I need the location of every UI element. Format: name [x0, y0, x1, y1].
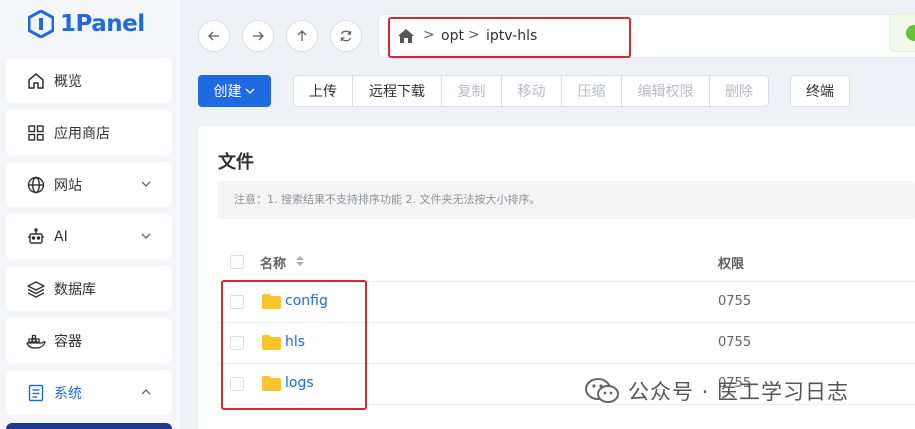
compress-button[interactable]: 压缩 — [561, 75, 622, 107]
logo-text: 1Panel — [60, 11, 145, 37]
sidebar-item-label: 应用商店 — [54, 125, 110, 142]
page-title: 文件 — [218, 152, 254, 173]
sidebar-item-label: 网站 — [54, 177, 82, 194]
sidebar-item-system[interactable]: 系统 — [6, 370, 172, 415]
grid-icon — [26, 123, 46, 143]
arrow-left-icon — [208, 31, 219, 41]
terminal-label: 终端 — [806, 84, 834, 100]
upload-button[interactable]: 上传 — [293, 75, 353, 107]
forward-button[interactable] — [242, 20, 274, 52]
delete-button[interactable]: 删除 — [709, 75, 769, 107]
sidebar-item-website[interactable]: 网站 — [6, 162, 172, 207]
column-header-name[interactable]: 名称 — [260, 253, 286, 272]
highlight-box-path — [388, 17, 631, 58]
arrow-right-icon — [253, 31, 264, 41]
check-circle-icon — [906, 25, 915, 41]
chevron-up-icon — [141, 389, 151, 395]
robot-icon — [26, 227, 46, 247]
select-all-checkbox[interactable] — [230, 255, 244, 269]
watermark-text: 公众号 · 医工学习日志 — [628, 380, 850, 404]
arrow-up-icon — [297, 30, 307, 41]
chevron-down-icon — [245, 88, 254, 94]
wechat-icon — [585, 378, 619, 403]
upload-label: 上传 — [309, 84, 337, 100]
app-logo[interactable]: 1Panel — [28, 10, 145, 38]
docker-icon — [26, 331, 46, 351]
refresh-icon — [340, 30, 352, 42]
sidebar-item-overview[interactable]: 概览 — [6, 58, 172, 103]
system-icon — [26, 383, 46, 403]
layers-icon — [26, 279, 46, 299]
terminal-button[interactable]: 终端 — [790, 75, 850, 107]
sidebar-item-container[interactable]: 容器 — [6, 318, 172, 363]
permission-cell: 0755 — [718, 294, 752, 309]
home-icon — [26, 71, 46, 91]
permission-cell: 0755 — [718, 335, 752, 350]
success-message — [890, 14, 915, 52]
refresh-button[interactable] — [330, 20, 362, 52]
move-button[interactable]: 移动 — [501, 75, 562, 107]
sidebar-item-app-store[interactable]: 应用商店 — [6, 110, 172, 155]
sidebar-item-database[interactable]: 数据库 — [6, 266, 172, 311]
sidebar-item-label: AI — [54, 228, 68, 245]
copy-button[interactable]: 复制 — [441, 75, 502, 107]
sidebar-item-label: 容器 — [54, 333, 82, 350]
remote-download-label: 远程下载 — [369, 84, 425, 100]
sidebar-submenu-active[interactable] — [6, 423, 172, 429]
watermark: 公众号 · 医工学习日志 — [584, 376, 849, 406]
chevron-down-icon — [141, 181, 151, 187]
sidebar-item-label: 系统 — [54, 385, 82, 402]
create-label: 创建 — [213, 84, 242, 100]
sidebar: 1Panel 概览 应用商店 网站 AI 数据库 容器 系统 — [0, 0, 180, 429]
edit-permission-button[interactable]: 编辑权限 — [621, 75, 710, 107]
edit-permission-label: 编辑权限 — [637, 84, 694, 100]
chevron-down-icon — [141, 233, 151, 239]
sidebar-item-ai[interactable]: AI — [6, 214, 172, 259]
back-button[interactable] — [198, 20, 230, 52]
delete-label: 删除 — [725, 84, 753, 100]
sidebar-item-label: 概览 — [54, 73, 82, 90]
up-button[interactable] — [286, 20, 318, 52]
compress-label: 压缩 — [577, 84, 606, 100]
move-label: 移动 — [517, 84, 546, 100]
logo-icon — [28, 10, 54, 38]
notice-text: 注意：1. 搜索结果不支持排序功能 2. 文件夹无法按大小排序。 — [218, 181, 915, 219]
create-button[interactable]: 创建 — [198, 75, 271, 107]
column-header-permission[interactable]: 权限 — [718, 253, 744, 272]
sidebar-item-label: 数据库 — [54, 281, 96, 298]
sort-icon[interactable] — [295, 255, 305, 267]
highlight-box-folders — [221, 280, 367, 410]
copy-label: 复制 — [457, 84, 486, 100]
globe-icon — [26, 175, 46, 195]
remote-download-button[interactable]: 远程下载 — [352, 75, 442, 107]
